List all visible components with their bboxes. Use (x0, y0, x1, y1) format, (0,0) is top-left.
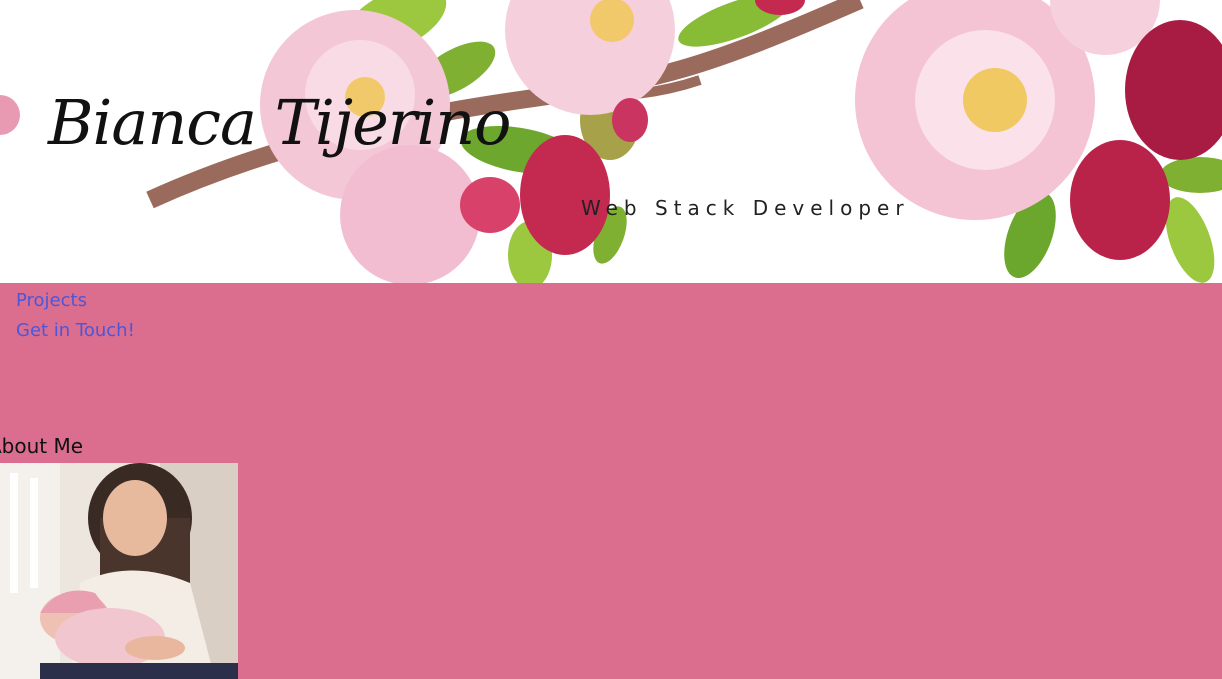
header-banner: Bianca Tijerino Web Stack Developer (0, 0, 1222, 283)
nav-link-projects[interactable]: Projects (16, 286, 135, 316)
site-subtitle: Web Stack Developer (581, 196, 910, 220)
site-title: Bianca Tijerino (48, 86, 512, 159)
main-nav: Projects Get in Touch! (16, 286, 135, 346)
profile-photo (0, 463, 238, 679)
nav-link-get-in-touch[interactable]: Get in Touch! (16, 316, 135, 346)
about-heading: About Me (0, 434, 84, 458)
